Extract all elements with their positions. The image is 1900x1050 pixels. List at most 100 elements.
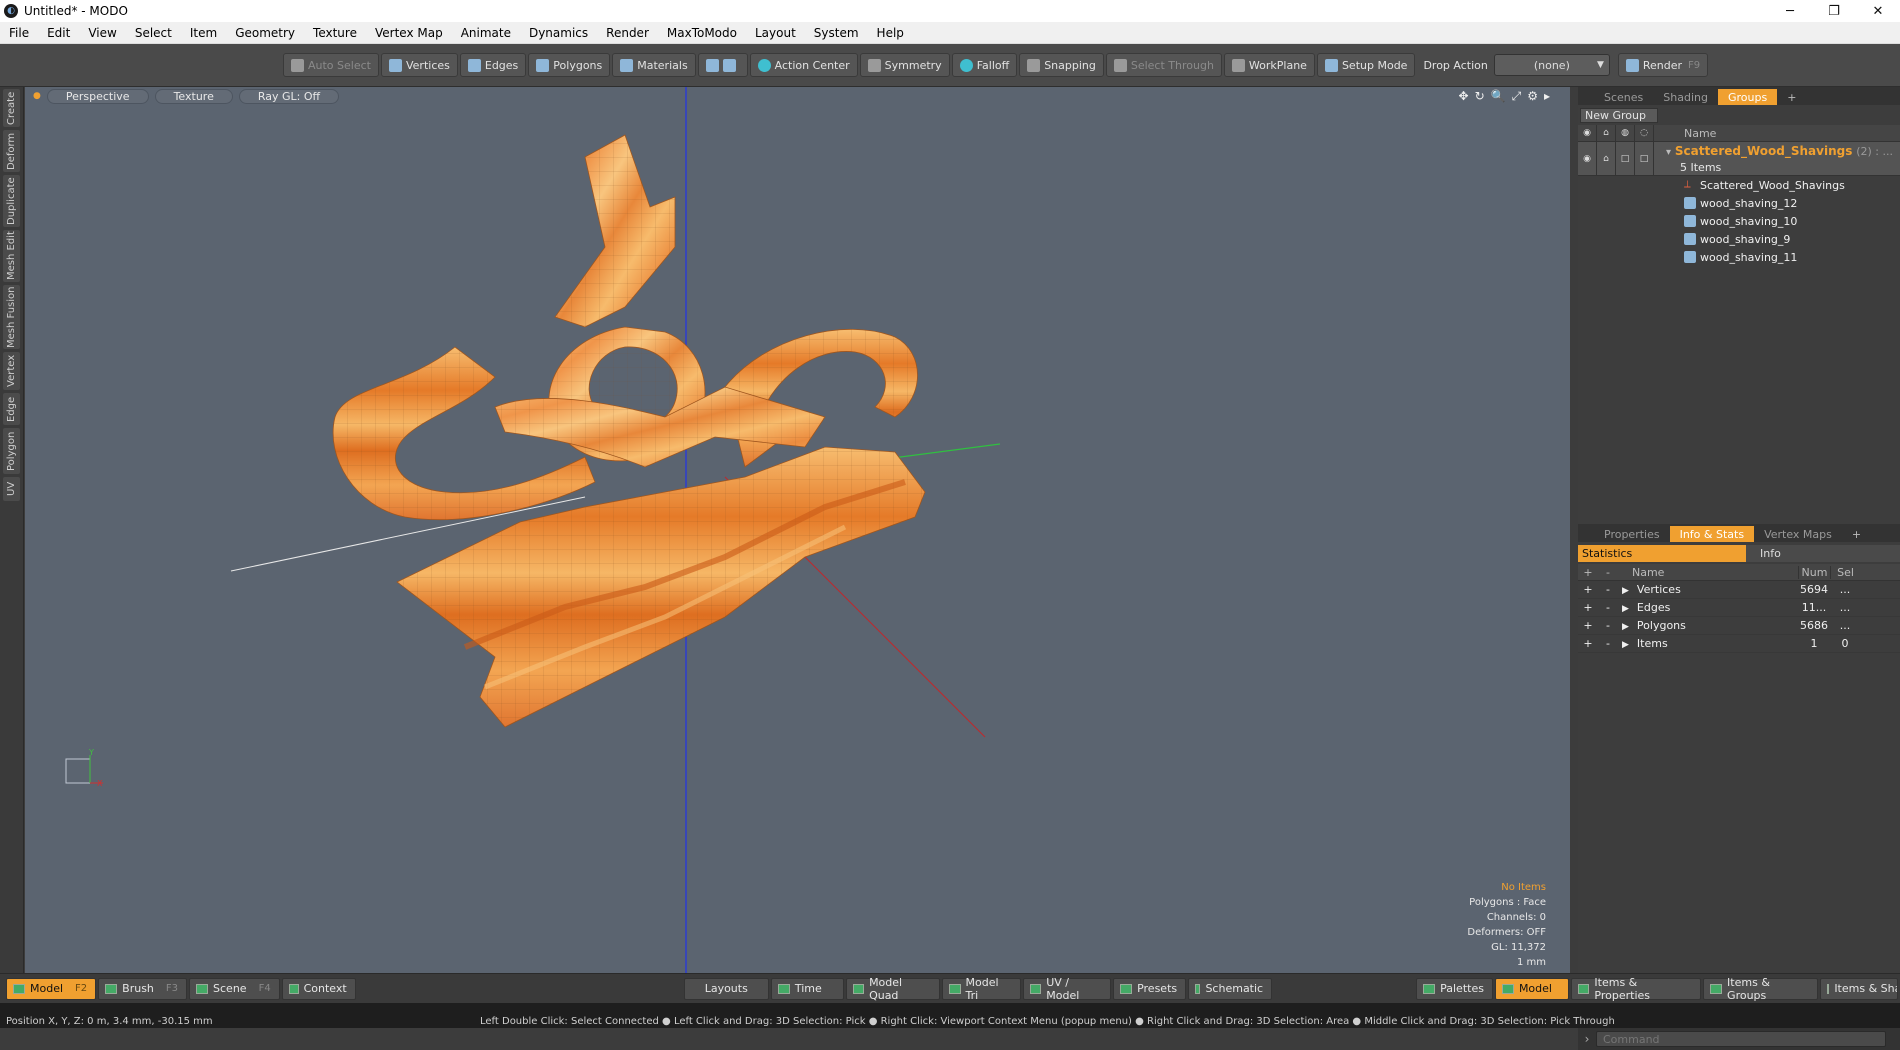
menu-file[interactable]: File (0, 22, 38, 44)
list-item[interactable]: wood_shaving_11 (1578, 248, 1900, 266)
layouts-button[interactable]: Layouts (683, 977, 769, 1000)
menu-animate[interactable]: Animate (452, 22, 520, 44)
model-tri-button[interactable]: Model Tri (942, 976, 1021, 1002)
tab-create[interactable]: Create (3, 89, 20, 127)
presets-button[interactable]: Presets (1113, 977, 1187, 1000)
play-arrow-icon[interactable]: ▸ (1544, 89, 1550, 104)
menu-layout[interactable]: Layout (746, 22, 805, 44)
menu-edit[interactable]: Edit (38, 22, 79, 44)
menu-maxtomodo[interactable]: MaxToModo (658, 22, 746, 44)
falloff-button[interactable]: Falloff (951, 53, 1018, 77)
tab-vertex[interactable]: Vertex (3, 352, 20, 390)
action-center-button[interactable]: Action Center (749, 53, 858, 77)
menu-item[interactable]: Item (181, 22, 226, 44)
group-expand-icon[interactable]: ▾ (1666, 147, 1671, 158)
time-button[interactable]: Time (770, 977, 844, 1000)
expand-arrow-icon[interactable]: ▶ (1622, 604, 1629, 614)
list-item[interactable]: wood_shaving_10 (1578, 212, 1900, 230)
tab-shading[interactable]: Shading (1653, 89, 1718, 105)
add-tab-button[interactable]: + (1777, 89, 1806, 105)
menu-system[interactable]: System (805, 22, 868, 44)
group-select-icon[interactable]: □ (1635, 142, 1654, 176)
layout-model-button[interactable]: Model F2 (6, 977, 97, 1000)
close-button[interactable]: ✕ (1856, 0, 1900, 22)
tab-statistics[interactable]: Statistics (1578, 545, 1746, 562)
auto-select-button[interactable]: Auto Select (283, 53, 379, 77)
workplane-button[interactable]: WorkPlane (1223, 53, 1315, 77)
minimize-button[interactable]: ─ (1768, 0, 1812, 22)
add-info-tab-button[interactable]: + (1842, 526, 1871, 542)
minus-icon[interactable]: - (1598, 619, 1618, 632)
select-through-button[interactable]: Select Through (1105, 53, 1222, 77)
menu-dynamics[interactable]: Dynamics (520, 22, 597, 44)
wood-shaving-top[interactable] (554, 134, 676, 328)
zoom-icon[interactable]: 🔍 (1491, 89, 1506, 104)
menu-texture[interactable]: Texture (304, 22, 366, 44)
list-item[interactable]: ⟂ Scattered_Wood_Shavings (1578, 176, 1900, 194)
tab-polygon[interactable]: Polygon (3, 428, 20, 474)
symmetry-button[interactable]: Symmetry (859, 53, 950, 77)
select-mode-toggle-button[interactable] (697, 53, 748, 77)
menu-geometry[interactable]: Geometry (226, 22, 304, 44)
render-toggle-icon[interactable]: ◍ (1616, 124, 1635, 142)
render-button[interactable]: Render F9 (1617, 53, 1709, 77)
materials-button[interactable]: Materials (612, 53, 696, 77)
table-row[interactable]: + - ▶ Vertices 5694 ... (1578, 581, 1900, 599)
menu-select[interactable]: Select (126, 22, 181, 44)
right-model-button[interactable]: Model (1494, 977, 1569, 1000)
3d-viewport[interactable]: Y X ● Perspective Texture Ray GL: Off ✥ … (25, 87, 1570, 973)
settings-gear-icon[interactable]: ⚙ (1527, 89, 1538, 104)
tab-info[interactable]: Info (1746, 545, 1900, 562)
tab-uv[interactable]: UV (3, 477, 20, 501)
wood-shaving-bottom-sheet[interactable] (396, 446, 926, 728)
fit-icon[interactable]: ⤢ (1512, 89, 1522, 104)
schematic-button[interactable]: Schematic (1188, 977, 1273, 1000)
palettes-button[interactable]: Palettes (1416, 977, 1493, 1000)
collapse-all-icon[interactable]: - (1598, 566, 1618, 579)
polygons-button[interactable]: Polygons (528, 53, 611, 77)
tab-mesh-edit[interactable]: Mesh Edit (3, 230, 20, 282)
list-item[interactable]: wood_shaving_9 (1578, 230, 1900, 248)
table-row[interactable]: + - ▶ Items 1 0 (1578, 635, 1900, 653)
expand-all-icon[interactable]: + (1578, 566, 1598, 579)
tab-deform[interactable]: Deform (3, 130, 20, 172)
snapping-button[interactable]: Snapping (1019, 53, 1104, 77)
group-row[interactable]: ◉ ⌂ □ □ ▾ Scattered_Wood_Shavings (2) : … (1578, 142, 1900, 176)
viewport-menu-dot-icon[interactable]: ● (33, 91, 41, 101)
menu-render[interactable]: Render (597, 22, 658, 44)
edges-button[interactable]: Edges (459, 53, 527, 77)
minus-icon[interactable]: - (1598, 601, 1618, 614)
tab-duplicate[interactable]: Duplicate (3, 175, 20, 227)
group-render-icon[interactable]: □ (1616, 142, 1635, 176)
view-mode-button[interactable]: Perspective (46, 88, 149, 104)
setup-mode-button[interactable]: Setup Mode (1316, 53, 1416, 77)
tab-groups[interactable]: Groups (1717, 89, 1778, 105)
command-arrow-icon[interactable]: › (1578, 1032, 1596, 1046)
maximize-button[interactable]: ❐ (1812, 0, 1856, 22)
raygl-button[interactable]: Ray GL: Off (238, 88, 340, 104)
plus-icon[interactable]: + (1578, 583, 1598, 596)
plus-icon[interactable]: + (1578, 637, 1598, 650)
uv-model-button[interactable]: UV / Model (1022, 976, 1112, 1002)
layout-scene-button[interactable]: Scene F4 (189, 977, 280, 1000)
minus-icon[interactable]: - (1598, 637, 1618, 650)
model-quad-button[interactable]: Model Quad (845, 976, 941, 1002)
lock-icon[interactable]: ⌂ (1597, 124, 1616, 142)
table-row[interactable]: + - ▶ Edges 11... ... (1578, 599, 1900, 617)
menu-help[interactable]: Help (868, 22, 913, 44)
command-input[interactable] (1596, 1031, 1886, 1047)
expand-arrow-icon[interactable]: ▶ (1622, 586, 1629, 596)
tab-info-stats[interactable]: Info & Stats (1669, 526, 1755, 542)
visibility-eye-icon[interactable]: ◉ (1578, 124, 1597, 142)
group-lock-icon[interactable]: ⌂ (1597, 142, 1616, 176)
shading-mode-button[interactable]: Texture (154, 88, 233, 104)
pan-icon[interactable]: ✥ (1459, 89, 1469, 104)
group-visibility-icon[interactable]: ◉ (1578, 142, 1597, 176)
list-item[interactable]: wood_shaving_12 (1578, 194, 1900, 212)
menu-vertex-map[interactable]: Vertex Map (366, 22, 452, 44)
items-shading-button[interactable]: Items & Shading (1820, 977, 1899, 1000)
tab-properties[interactable]: Properties (1594, 526, 1670, 542)
tab-scenes[interactable]: Scenes (1594, 89, 1653, 105)
rotate-icon[interactable]: ↻ (1475, 89, 1485, 104)
viewport-scene[interactable]: Y X (25, 87, 1570, 973)
